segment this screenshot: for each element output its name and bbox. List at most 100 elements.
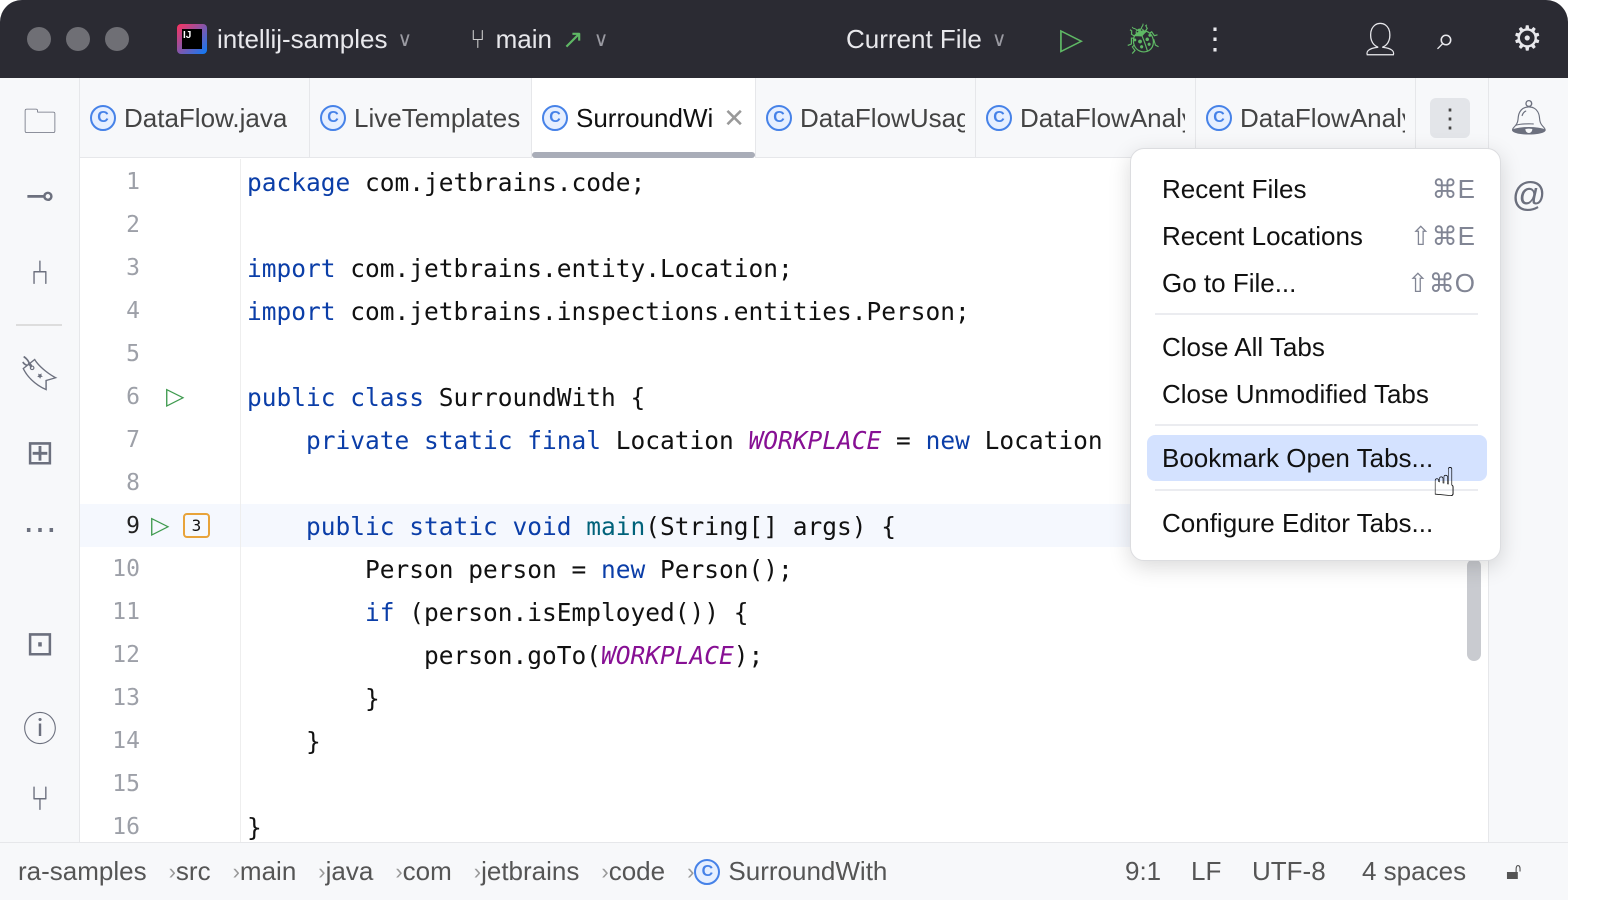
menu-item-shortcut: ⇧⌘O xyxy=(1407,268,1475,299)
menu-item-shortcut: ⌘E xyxy=(1432,174,1475,205)
settings-button[interactable]: ⚙ xyxy=(1512,0,1542,78)
editor-tab[interactable]: CDataFlow.java xyxy=(80,78,310,158)
menu-item[interactable]: Recent Files⌘E xyxy=(1147,166,1487,212)
file-encoding[interactable]: UTF-8 xyxy=(1252,856,1326,887)
menu-item[interactable]: Configure Editor Tabs... xyxy=(1147,500,1487,546)
breadcrumb-item[interactable]: main xyxy=(240,856,296,887)
project-selector[interactable]: IJ intellij-samples ∨ xyxy=(177,0,412,78)
code-token: = xyxy=(881,426,925,455)
class-icon: C xyxy=(320,105,346,131)
caret-position[interactable]: 9:1 xyxy=(1125,856,1161,887)
code-token: (String[] args) { xyxy=(645,512,896,541)
line-separator[interactable]: LF xyxy=(1191,856,1221,887)
menu-item[interactable]: Close Unmodified Tabs xyxy=(1147,371,1487,417)
git-icon[interactable]: ⑂ xyxy=(0,780,80,819)
project-name: intellij-samples xyxy=(217,24,388,55)
lock-icon[interactable]: 🔓︎ xyxy=(1506,858,1522,886)
minimize-window-button[interactable] xyxy=(66,27,90,51)
editor-tab[interactable]: CDataFlowAnaly xyxy=(1196,78,1416,158)
code-with-me-button[interactable]: 👤︎ xyxy=(1360,0,1401,78)
menu-item[interactable]: Recent Locations⇧⌘E xyxy=(1147,213,1487,259)
code-token: Location xyxy=(601,426,749,455)
chevron-right-icon: › xyxy=(474,859,481,885)
maximize-window-button[interactable] xyxy=(105,27,129,51)
run-button[interactable]: ▷ xyxy=(1060,0,1083,78)
title-bar: IJ intellij-samples ∨ ⑂ main ↗ ∨ Current… xyxy=(0,0,1568,78)
class-icon: C xyxy=(986,105,1012,131)
chevron-down-icon: ∨ xyxy=(992,27,1007,52)
code-token xyxy=(247,598,365,627)
play-icon: ▷ xyxy=(1060,22,1083,57)
terminal-icon[interactable]: ⊡ xyxy=(0,624,80,664)
line-number: 5 xyxy=(80,333,140,376)
line-number: 11 xyxy=(80,591,140,634)
code-token: import xyxy=(247,297,336,326)
run-class-icon[interactable]: ▷ xyxy=(166,382,184,411)
debug-button[interactable]: 🐞︎ xyxy=(1124,0,1162,78)
gear-icon: ⚙ xyxy=(1512,19,1542,59)
menu-separator xyxy=(1155,313,1478,315)
close-window-button[interactable] xyxy=(27,27,51,51)
editor-tab[interactable]: CDataFlowUsag xyxy=(756,78,976,158)
editor-tab[interactable]: CSurroundWi✕ xyxy=(532,78,756,158)
usages-badge[interactable]: 3 xyxy=(183,513,210,538)
code-token: person.goTo( xyxy=(247,641,601,670)
breadcrumb-item[interactable]: src xyxy=(176,856,211,887)
breadcrumb-item[interactable]: ra-samples xyxy=(18,856,147,887)
code-token: private static final xyxy=(247,426,601,455)
breadcrumb-item[interactable]: SurroundWith xyxy=(728,856,887,887)
notifications-bell-icon[interactable]: 🔔︎ xyxy=(1489,98,1568,138)
tab-label: SurroundWi xyxy=(576,103,713,134)
close-tab-icon[interactable]: ✕ xyxy=(723,103,745,134)
pull-requests-icon[interactable]: ⑃ xyxy=(0,254,80,293)
branch-selector[interactable]: ⑂ main ↗ ∨ xyxy=(470,0,608,78)
search-button[interactable]: ⌕ xyxy=(1437,0,1455,78)
code-token xyxy=(572,512,587,541)
menu-item[interactable]: Close All Tabs xyxy=(1147,324,1487,370)
line-number: 3 xyxy=(80,247,140,290)
line-number: 9 xyxy=(80,505,140,548)
line-number: 1 xyxy=(80,161,140,204)
class-icon: C xyxy=(766,105,792,131)
line-number: 14 xyxy=(80,720,140,763)
kebab-icon: ⋮ xyxy=(1437,103,1463,133)
more-actions-button[interactable]: ⋮ xyxy=(1200,0,1230,78)
bug-icon: 🐞︎ xyxy=(1124,22,1162,57)
tab-actions-button[interactable]: ⋮ xyxy=(1430,98,1470,138)
editor-tab[interactable]: CLiveTemplates xyxy=(310,78,532,158)
line-number: 8 xyxy=(80,462,140,505)
breadcrumb-item[interactable]: code xyxy=(609,856,665,887)
run-config-selector[interactable]: Current File ∨ xyxy=(846,0,1006,78)
editor-tab[interactable]: CDataFlowAnaly xyxy=(976,78,1196,158)
breadcrumb-item[interactable]: com xyxy=(403,856,452,887)
vertical-scrollbar[interactable] xyxy=(1467,559,1481,661)
line-number: 7 xyxy=(80,419,140,462)
hand-cursor-icon: ☝︎ xyxy=(1432,460,1456,506)
project-folder-icon[interactable]: 🗀 xyxy=(0,98,80,155)
push-arrow-icon: ↗ xyxy=(562,24,584,55)
divider xyxy=(16,324,62,326)
breadcrumb-item[interactable]: jetbrains xyxy=(481,856,579,887)
menu-item[interactable]: Go to File...⇧⌘O xyxy=(1147,260,1487,306)
code-line: if (person.isEmployed()) { xyxy=(247,591,749,634)
run-config-name: Current File xyxy=(846,24,982,55)
bookmark-icon[interactable]: 🔖︎ xyxy=(0,354,80,394)
problems-icon[interactable]: ⓘ xyxy=(0,702,80,751)
code-token: ); xyxy=(734,641,764,670)
code-token: new xyxy=(926,426,970,455)
more-tools-icon[interactable]: ⋯ xyxy=(0,510,80,550)
menu-item-label: Close Unmodified Tabs xyxy=(1162,379,1429,410)
indent-setting[interactable]: 4 spaces xyxy=(1362,856,1466,887)
add-user-icon: 👤︎ xyxy=(1360,20,1401,58)
breadcrumb-item[interactable]: java xyxy=(326,856,374,887)
commit-icon[interactable]: ⊸ xyxy=(0,176,80,216)
code-token: com.jetbrains.entity.Location; xyxy=(336,254,793,283)
code-line: import com.jetbrains.entity.Location; xyxy=(247,247,793,290)
code-token: com.jetbrains.code; xyxy=(350,168,645,197)
menu-item-label: Close All Tabs xyxy=(1162,332,1325,363)
run-main-icon[interactable]: ▷ xyxy=(151,511,169,540)
code-line: public static void main(String[] args) { xyxy=(247,505,896,548)
line-number: 2 xyxy=(80,204,140,247)
structure-icon[interactable]: ⊞ xyxy=(0,433,80,473)
code-line: private static final Location WORKPLACE … xyxy=(247,419,1103,462)
